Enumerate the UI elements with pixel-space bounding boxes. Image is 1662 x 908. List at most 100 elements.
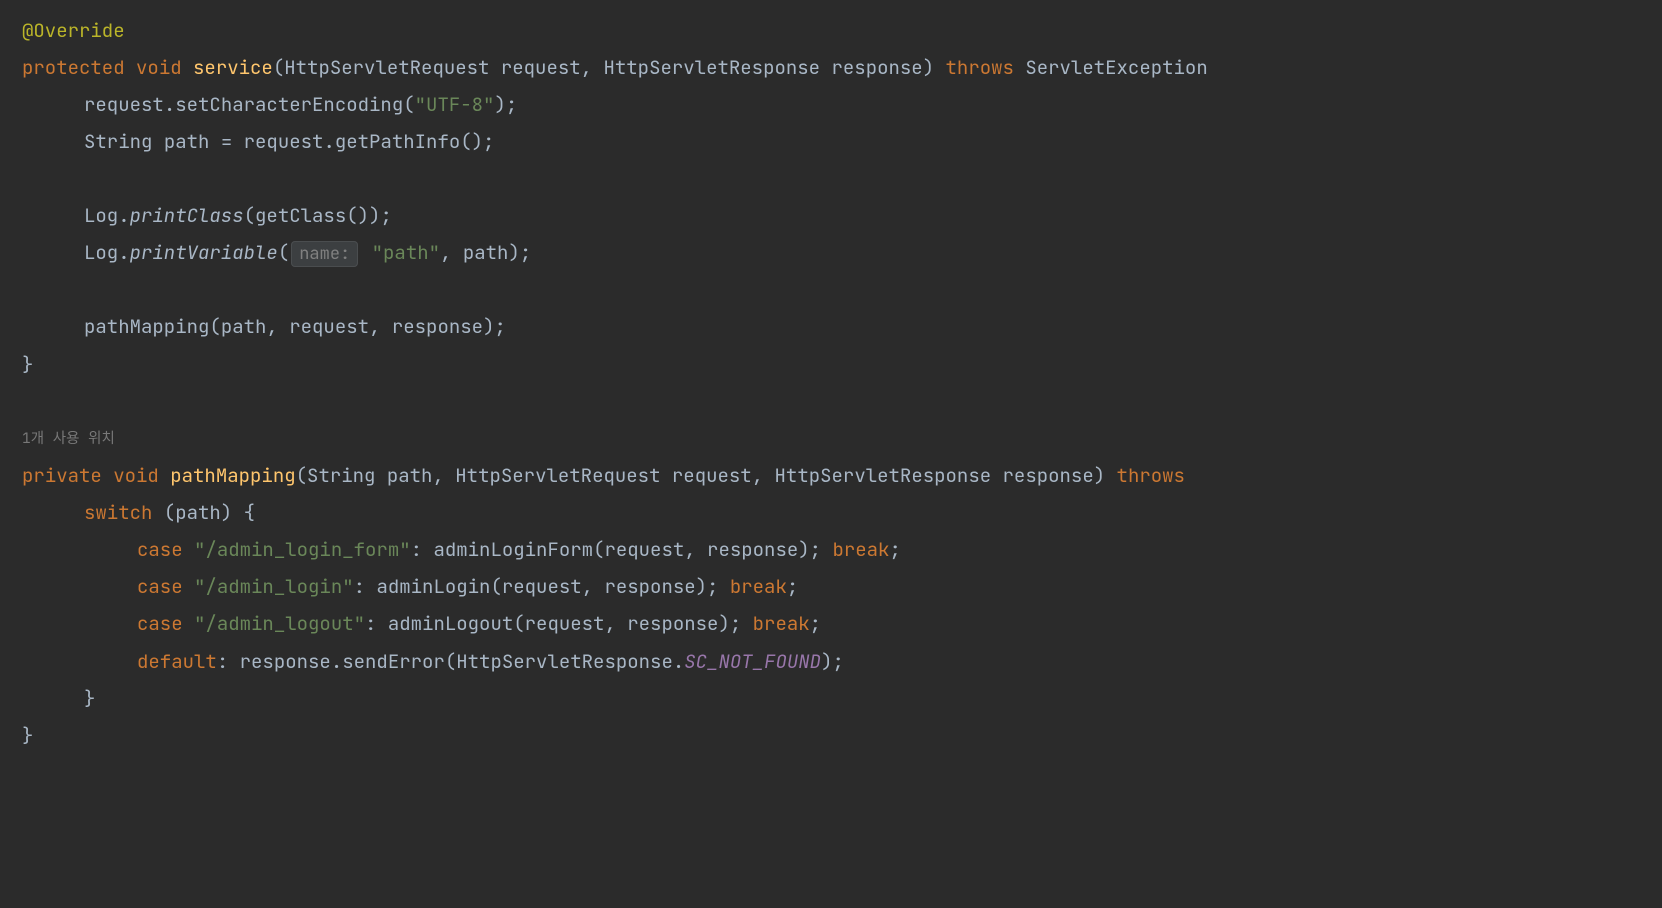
punct: ;: [810, 611, 821, 636]
blank-line[interactable]: [22, 383, 1662, 420]
param: response: [1003, 463, 1094, 488]
string-literal: "/admin_logout": [194, 611, 365, 636]
punct: (: [209, 314, 220, 339]
space: [183, 537, 194, 562]
keyword-protected: protected: [22, 55, 125, 80]
keyword-case: case: [137, 611, 183, 636]
code-line[interactable]: case "/admin_login_form": adminLoginForm…: [22, 531, 1662, 568]
code-line[interactable]: }: [22, 346, 1662, 383]
keyword-break: break: [753, 611, 810, 636]
type: HttpServletResponse: [603, 55, 831, 80]
code-line[interactable]: switch (path) {: [22, 494, 1662, 531]
punct: ();: [460, 129, 494, 154]
punct: :: [354, 574, 377, 599]
code-line[interactable]: }: [22, 680, 1662, 717]
keyword-break: break: [832, 537, 889, 562]
punct: ): [1094, 463, 1117, 488]
class-ref: Log: [84, 240, 118, 265]
punct: ,: [266, 314, 289, 339]
method-call: pathMapping: [84, 314, 209, 339]
identifier: response: [240, 649, 331, 674]
type: String: [307, 463, 387, 488]
punct: ,: [369, 314, 392, 339]
method-call: getPathInfo: [335, 129, 460, 154]
method-call: adminLogin: [376, 574, 490, 599]
keyword-void: void: [113, 463, 159, 488]
arg: path: [221, 314, 267, 339]
method-call: getClass(): [255, 203, 369, 228]
punct: .: [118, 240, 129, 265]
keyword-break: break: [730, 574, 787, 599]
usage-hint[interactable]: 1개 사용 위치: [22, 420, 1662, 458]
punct: ,: [432, 463, 455, 488]
keyword-switch: switch: [84, 500, 152, 525]
code-line[interactable]: case "/admin_login": adminLogin(request,…: [22, 568, 1662, 605]
punct: ,: [581, 55, 604, 80]
punct: (request, response);: [593, 537, 832, 562]
code-line[interactable]: @Override: [22, 12, 1662, 49]
punct: (: [445, 649, 456, 674]
static-method: printVariable: [130, 240, 278, 265]
blank-line[interactable]: [22, 271, 1662, 308]
type: ServletException: [1014, 55, 1208, 80]
keyword-default: default: [137, 649, 217, 674]
keyword-void: void: [136, 55, 182, 80]
string-literal: "UTF-8": [415, 92, 495, 117]
method-name: pathMapping: [170, 463, 295, 488]
keyword-case: case: [137, 537, 183, 562]
brace-close: }: [22, 352, 33, 377]
punct: :: [217, 649, 240, 674]
punct: ,: [752, 463, 775, 488]
code-line[interactable]: private void pathMapping(String path, Ht…: [22, 457, 1662, 494]
variable: path: [164, 129, 210, 154]
punct: (: [273, 55, 284, 80]
param: request: [501, 55, 581, 80]
keyword-case: case: [137, 574, 183, 599]
type: HttpServletResponse: [775, 463, 1003, 488]
punct: .: [323, 129, 334, 154]
punct: :: [411, 537, 434, 562]
code-line[interactable]: }: [22, 717, 1662, 754]
punct: (request, response);: [490, 574, 729, 599]
punct: ;: [787, 574, 798, 599]
punct: .: [673, 649, 684, 674]
parameter-hint: name:: [291, 241, 358, 267]
punct: :: [365, 611, 388, 636]
type: String: [84, 129, 164, 154]
code-line[interactable]: protected void service(HttpServletReques…: [22, 49, 1662, 86]
code-line[interactable]: default: response.sendError(HttpServletR…: [22, 643, 1662, 680]
punct: .: [164, 92, 175, 117]
code-line[interactable]: Log.printClass(getClass());: [22, 197, 1662, 234]
punct: ;: [889, 537, 900, 562]
punct: ,: [440, 240, 463, 265]
method-call: sendError: [342, 649, 445, 674]
param: path: [387, 463, 433, 488]
code-editor[interactable]: @Override protected void service(HttpSer…: [22, 12, 1662, 754]
space: [183, 611, 194, 636]
punct: );: [508, 240, 531, 265]
code-line[interactable]: String path = request.getPathInfo();: [22, 123, 1662, 160]
code-line[interactable]: case "/admin_logout": adminLogout(reques…: [22, 605, 1662, 642]
code-line[interactable]: request.setCharacterEncoding("UTF-8");: [22, 86, 1662, 123]
method-call: adminLoginForm: [433, 537, 593, 562]
identifier: request: [84, 92, 164, 117]
method-name: service: [193, 55, 273, 80]
code-line[interactable]: pathMapping(path, request, response);: [22, 308, 1662, 345]
string-literal: "/admin_login": [194, 574, 354, 599]
punct: (: [244, 203, 255, 228]
punct: );: [483, 314, 506, 339]
type: HttpServletRequest: [455, 463, 672, 488]
punct: ): [923, 55, 946, 80]
variable: path: [463, 240, 509, 265]
punct: .: [331, 649, 342, 674]
punct: .: [118, 203, 129, 228]
annotation: @Override: [22, 18, 125, 43]
blank-line[interactable]: [22, 160, 1662, 197]
space: [360, 240, 371, 265]
method-call: adminLogout: [388, 611, 513, 636]
class-ref: Log: [84, 203, 118, 228]
code-line[interactable]: Log.printVariable(name: "path", path);: [22, 234, 1662, 271]
param: response: [832, 55, 923, 80]
keyword-throws: throws: [946, 55, 1014, 80]
string-literal: "path": [372, 240, 440, 265]
